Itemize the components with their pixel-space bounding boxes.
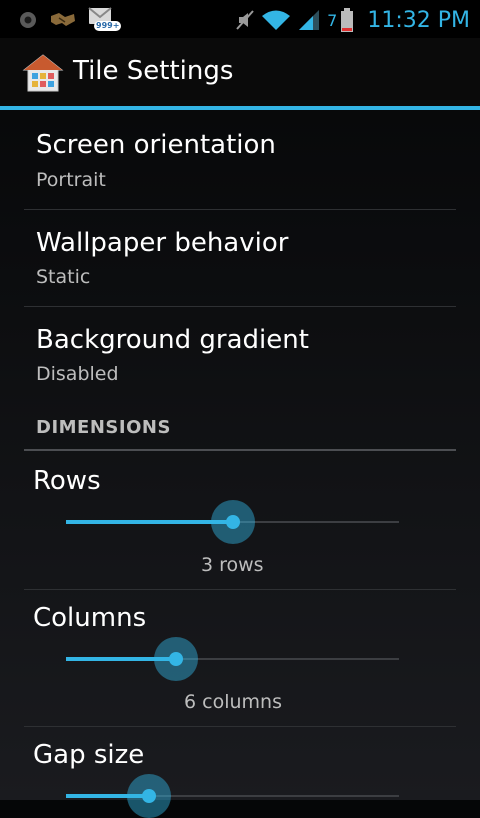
signal-icon	[299, 10, 320, 30]
slider-thumb[interactable]	[225, 515, 240, 529]
slider-thumb[interactable]	[168, 652, 183, 666]
slider-title: Columns	[33, 603, 147, 633]
pref-background-gradient[interactable]: Background gradient Disabled	[24, 307, 456, 407]
pref-title: Wallpaper behavior	[36, 228, 289, 258]
page-title: Tile Settings	[73, 56, 234, 86]
slider-fill	[66, 520, 233, 524]
pref-summary: Static	[36, 266, 91, 288]
section-divider	[24, 449, 456, 451]
section-header-dimensions: DIMENSIONS	[36, 417, 171, 438]
notification-icons: 999+	[18, 7, 122, 33]
clock: 11:32 PM	[367, 7, 470, 33]
pref-title: Screen orientation	[36, 130, 276, 160]
pref-summary: Disabled	[36, 363, 119, 385]
divider	[24, 589, 456, 590]
gmail-badge: 999+	[94, 21, 122, 31]
slider-title: Gap size	[33, 740, 145, 770]
system-icons: 7 11:32 PM	[235, 6, 470, 34]
battery-icon	[341, 8, 354, 32]
pref-title: Background gradient	[36, 325, 309, 355]
pref-summary: Portrait	[36, 169, 106, 191]
circle-icon	[20, 12, 36, 28]
status-bar: 999+ 7 11:32 PM	[0, 0, 480, 38]
slider-value: 3 rows	[201, 554, 264, 576]
divider	[24, 726, 456, 727]
slider-value: 6 columns	[184, 691, 282, 713]
gmail-notification: 999+	[88, 7, 122, 33]
app-home-icon[interactable]	[22, 52, 64, 94]
handshake-icon	[51, 13, 75, 26]
action-bar: Tile Settings	[0, 38, 480, 110]
pref-wallpaper-behavior[interactable]: Wallpaper behavior Static	[24, 210, 456, 306]
slider-title: Rows	[33, 466, 101, 496]
pref-screen-orientation[interactable]: Screen orientation Portrait	[24, 110, 456, 209]
battery-level: 7	[327, 10, 338, 30]
mute-icon	[236, 10, 254, 30]
wifi-icon	[262, 10, 291, 30]
